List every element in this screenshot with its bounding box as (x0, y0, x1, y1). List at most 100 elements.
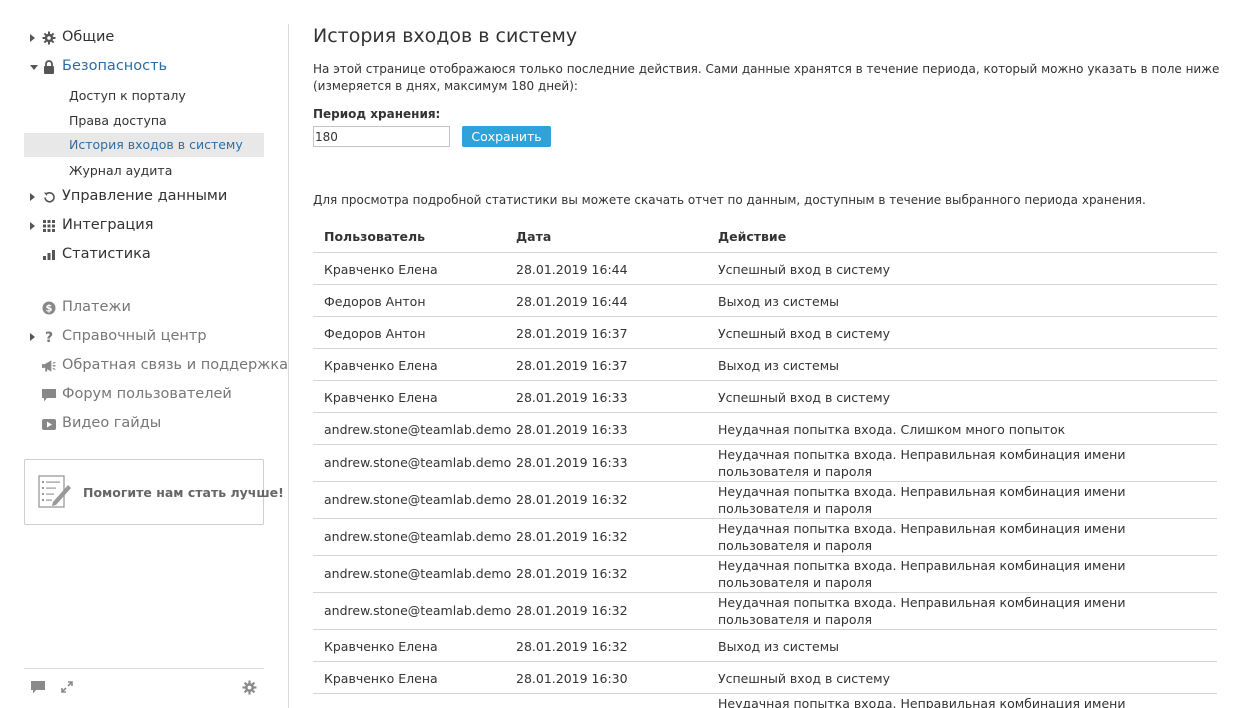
cell-date: 28.01.2019 16:33 (516, 390, 628, 405)
page-description: На этой странице отображаюся только посл… (313, 62, 1220, 93)
table-row: andrew.stone@teamlab.demo 28.01.2019 16:3… (313, 413, 1217, 445)
collapse-arrow-icon[interactable] (30, 65, 38, 70)
sidebar-item-data-management[interactable]: Управление данными (24, 185, 264, 210)
column-header-action: Действие (718, 229, 787, 244)
sidebar-subitem-access-rights[interactable]: Права доступа (24, 109, 264, 133)
cell-date: 28.01.2019 16:32 (516, 529, 628, 544)
sidebar-subitem-audit-log[interactable]: Журнал аудита (24, 159, 264, 183)
cell-user: Кравченко Елена (324, 358, 438, 373)
cell-user: Кравченко Елена (324, 262, 438, 277)
expand-arrow-icon[interactable] (30, 222, 35, 230)
sidebar: Общие Безопасность Доступ к порталу Прав… (24, 24, 288, 708)
cell-date: 28.01.2019 16:32 (516, 566, 628, 581)
sidebar-subitem-label: История входов в систему (69, 137, 243, 152)
sidebar-link-forum[interactable]: Форум пользователей (24, 383, 264, 408)
cell-action: Неудачная попытка входа. Слишком много п… (718, 422, 1066, 437)
table-row: Кравченко Елена 28.01.2019 16:33 Успешный … (313, 381, 1217, 413)
chat-icon[interactable] (30, 680, 46, 696)
cell-action: Неудачная попытка входа. Неправильная ко… (718, 595, 1126, 627)
question-icon: ? (42, 330, 56, 344)
cell-date: 28.01.2019 16:37 (516, 326, 628, 341)
sidebar-subitem-label: Доступ к порталу (69, 88, 186, 103)
sidebar-link-payments[interactable]: $ Платежи (24, 296, 264, 321)
feedback-promo-label: Помогите нам стать лучше! (83, 485, 284, 500)
restore-icon (42, 190, 56, 204)
table-row: andrew.stone@teamlab.demo 28.01.2019 16:3… (313, 519, 1217, 556)
feedback-promo-box[interactable]: Помогите нам стать лучше! (24, 459, 284, 525)
table-header: Пользователь Дата Действие (313, 220, 1217, 253)
sidebar-item-security[interactable]: Безопасность (24, 55, 264, 80)
cell-user: Кравченко Елена (324, 671, 438, 686)
cell-action: Неудачная попытка входа. Неправильная ко… (718, 521, 1126, 553)
dollar-icon: $ (42, 301, 56, 315)
cell-date: 28.01.2019 16:44 (516, 262, 628, 277)
cell-date: 28.01.2019 16:37 (516, 358, 628, 373)
cell-action: Успешный вход в систему (718, 671, 890, 686)
column-header-date: Дата (516, 229, 552, 244)
cell-user: Кравченко Елена (324, 390, 438, 405)
megaphone-icon (42, 359, 56, 373)
page-title: История входов в систему (313, 25, 578, 47)
table-row: andrew.stone@teamlab.demo 28.01.2019 16:3… (313, 482, 1217, 519)
cell-action: Неудачная попытка входа. Неправильная ко… (718, 447, 1126, 479)
lock-icon (42, 60, 56, 74)
expand-arrow-icon[interactable] (30, 333, 35, 341)
cell-user: andrew.stone@teamlab.demo (324, 492, 512, 507)
sidebar-subitem-portal-access[interactable]: Доступ к порталу (24, 84, 264, 108)
table-row: andrew.stone@teamlab.demo 28.01.2019 16:3… (313, 445, 1217, 482)
sidebar-link-label: Обратная связь и поддержка (62, 357, 288, 373)
sidebar-item-statistics[interactable]: Статистика (24, 243, 264, 268)
sidebar-link-feedback[interactable]: Обратная связь и поддержка (24, 354, 288, 379)
cell-action: Успешный вход в систему (718, 390, 890, 405)
cell-action: Неудачная попытка входа. Неправильная ко… (718, 696, 1126, 708)
table-row: Федоров Антон 28.01.2019 16:44 Выход из си… (313, 285, 1217, 317)
chat-bubble-icon (42, 388, 56, 402)
cell-action: Выход из системы (718, 358, 839, 373)
table-row: Кравченко Елена 28.01.2019 16:30 Успешный … (313, 662, 1217, 694)
sidebar-item-label: Статистика (62, 246, 151, 262)
sidebar-footer-divider (24, 668, 264, 669)
expand-icon[interactable] (60, 680, 76, 696)
sidebar-item-label: Общие (62, 29, 115, 45)
table-row: Неудачная попытка входа. Неправильная ко… (313, 694, 1217, 708)
sidebar-item-integration[interactable]: Интеграция (24, 214, 264, 239)
expand-arrow-icon[interactable] (30, 193, 35, 201)
cell-user: andrew.stone@teamlab.demo (324, 566, 512, 581)
cell-user: Федоров Антон (324, 294, 426, 309)
sidebar-item-label: Интеграция (62, 217, 154, 233)
sidebar-item-label: Безопасность (62, 58, 168, 74)
stats-note: Для просмотра подробной статистики вы мо… (313, 193, 1146, 207)
cell-user: andrew.stone@teamlab.demo (324, 603, 512, 618)
table-body: Кравченко Елена 28.01.2019 16:44 Успешный … (313, 253, 1217, 708)
retention-period-label: Период хранения: (313, 107, 441, 121)
sidebar-item-general[interactable]: Общие (24, 26, 264, 51)
gear-icon (42, 31, 56, 45)
table-row: Кравченко Елена 28.01.2019 16:32 Выход из … (313, 630, 1217, 662)
grid-icon (42, 219, 56, 233)
cell-action: Неудачная попытка входа. Неправильная ко… (718, 558, 1126, 590)
cell-user: andrew.stone@teamlab.demo (324, 455, 512, 470)
cell-user: Федоров Антон (324, 326, 426, 341)
sidebar-link-video-guides[interactable]: Видео гайды (24, 412, 264, 437)
table-row: andrew.stone@teamlab.demo 28.01.2019 16:3… (313, 556, 1217, 593)
sidebar-subitem-label: Права доступа (69, 113, 167, 128)
cell-date: 28.01.2019 16:30 (516, 671, 628, 686)
sidebar-subitem-login-history[interactable]: История входов в систему (24, 133, 264, 157)
cell-action: Выход из системы (718, 294, 839, 309)
expand-arrow-icon[interactable] (30, 34, 35, 42)
sidebar-link-help-center[interactable]: ? Справочный центр (24, 325, 264, 350)
table-row: Кравченко Елена 28.01.2019 16:37 Выход из … (313, 349, 1217, 381)
cell-action: Успешный вход в систему (718, 326, 890, 341)
cell-date: 28.01.2019 16:32 (516, 639, 628, 654)
save-button[interactable]: Сохранить (462, 126, 551, 147)
cell-action: Выход из системы (718, 639, 839, 654)
retention-period-input[interactable] (313, 126, 450, 147)
video-play-icon (42, 417, 56, 431)
cell-date: 28.01.2019 16:44 (516, 294, 628, 309)
settings-gear-icon[interactable] (242, 680, 258, 696)
sidebar-link-label: Справочный центр (62, 328, 207, 344)
cell-date: 28.01.2019 16:32 (516, 603, 628, 618)
cell-date: 28.01.2019 16:32 (516, 492, 628, 507)
sidebar-divider (288, 24, 289, 708)
sidebar-item-label: Управление данными (62, 188, 228, 204)
